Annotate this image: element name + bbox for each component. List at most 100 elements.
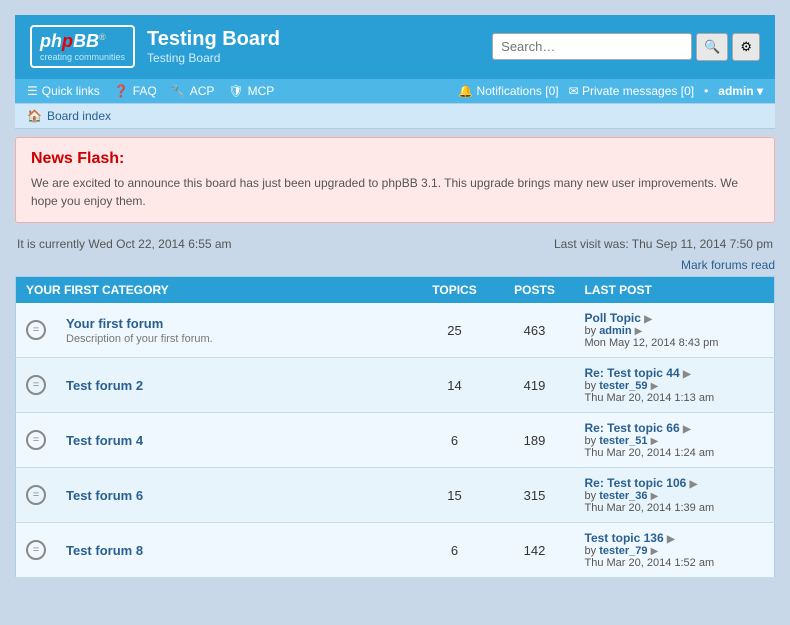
profile-icon: ▶: [651, 491, 659, 502]
logo-subtitle: creating communities: [40, 52, 125, 62]
forum-icon: =: [26, 320, 46, 340]
view-icon: ▶: [690, 479, 698, 490]
news-flash: News Flash: We are excited to announce t…: [15, 137, 775, 223]
forum-info-cell: Test forum 6: [56, 468, 415, 523]
forum-lastpost: Re: Test topic 44 ▶ by tester_59 ▶ Thu M…: [575, 358, 775, 413]
forum-info-cell: Your first forum Description of your fir…: [56, 303, 415, 358]
notifications-area[interactable]: 🔔 Notifications [0]: [458, 84, 558, 98]
envelope-icon: ✉: [569, 84, 579, 98]
notifications-label: Notifications: [477, 84, 542, 98]
home-icon: 🏠: [27, 109, 42, 123]
mcp-link[interactable]: 🛡 MCP: [228, 84, 274, 98]
forum-icon-cell: =: [16, 358, 57, 413]
acp-link[interactable]: 🔧 ACP: [171, 84, 215, 98]
private-messages-area[interactable]: ✉ Private messages [0]: [569, 84, 694, 98]
forum-topics: 25: [415, 303, 495, 358]
profile-icon: ▶: [651, 436, 659, 447]
lastpost-date: Thu Mar 20, 2014 1:13 am: [585, 392, 765, 404]
forum-posts: 463: [495, 303, 575, 358]
faq-label: FAQ: [133, 84, 157, 98]
lastpost-title[interactable]: Re: Test topic 106 ▶: [585, 476, 765, 490]
lastpost-by: by admin ▶: [585, 325, 765, 337]
forum-lastpost: Re: Test topic 106 ▶ by tester_36 ▶ Thu …: [575, 468, 775, 523]
forum-icon-cell: =: [16, 468, 57, 523]
lastpost-title[interactable]: Poll Topic ▶: [585, 311, 765, 325]
forum-info-cell: Test forum 4: [56, 413, 415, 468]
lastpost-by: by tester_79 ▶: [585, 545, 765, 557]
forum-icon: =: [26, 375, 46, 395]
table-row: = Test forum 8 6 142 Test topic 136 ▶ by…: [16, 523, 775, 578]
forum-icon: =: [26, 540, 46, 560]
nav-left: ☰ Quick links ❓ FAQ 🔧 ACP 🛡 MCP: [27, 84, 274, 98]
search-input[interactable]: [492, 33, 692, 60]
lastpost-user-link[interactable]: admin: [599, 325, 631, 337]
news-flash-body: We are excited to announce this board ha…: [31, 174, 759, 210]
table-row: = Test forum 6 15 315 Re: Test topic 106…: [16, 468, 775, 523]
advanced-search-button[interactable]: ⚙: [732, 33, 760, 61]
forum-info-cell: Test forum 2: [56, 358, 415, 413]
lastpost-date: Thu Mar 20, 2014 1:39 am: [585, 502, 765, 514]
table-row: = Your first forum Description of your f…: [16, 303, 775, 358]
faq-link[interactable]: ❓ FAQ: [114, 84, 157, 98]
view-icon: ▶: [644, 314, 652, 325]
acp-label: ACP: [190, 84, 215, 98]
board-subtitle: Testing Board: [147, 51, 280, 65]
table-row: = Test forum 2 14 419 Re: Test topic 44 …: [16, 358, 775, 413]
board-title-area: Testing Board Testing Board: [147, 28, 280, 65]
lastpost-by: by tester_59 ▶: [585, 380, 765, 392]
quick-links-label: Quick links: [42, 84, 100, 98]
forum-posts: 189: [495, 413, 575, 468]
lastpost-user-link[interactable]: tester_51: [599, 435, 647, 447]
col-forum: YOUR FIRST CATEGORY: [16, 277, 415, 304]
faq-icon: ❓: [114, 84, 129, 98]
table-header-row: YOUR FIRST CATEGORY TOPICS POSTS LAST PO…: [16, 277, 775, 304]
profile-icon: ▶: [635, 326, 643, 337]
lastpost-title[interactable]: Test topic 136 ▶: [585, 531, 765, 545]
phpbb-logo: phpBB® creating communities: [30, 25, 135, 68]
logo-area: phpBB® creating communities Testing Boar…: [30, 25, 280, 68]
forum-posts: 419: [495, 358, 575, 413]
forum-icon: =: [26, 430, 46, 450]
view-icon: ▶: [667, 534, 675, 545]
lastpost-user-link[interactable]: tester_36: [599, 490, 647, 502]
search-button[interactable]: 🔍: [696, 33, 728, 61]
lastpost-user-link[interactable]: tester_59: [599, 380, 647, 392]
lastpost-date: Mon May 12, 2014 8:43 pm: [585, 337, 765, 349]
profile-icon: ▶: [651, 546, 659, 557]
forum-name[interactable]: Your first forum: [66, 316, 405, 331]
separator: •: [704, 84, 708, 98]
forum-icon: =: [26, 485, 46, 505]
forum-name[interactable]: Test forum 4: [66, 433, 405, 448]
forum-topics: 14: [415, 358, 495, 413]
forum-lastpost: Poll Topic ▶ by admin ▶ Mon May 12, 2014…: [575, 303, 775, 358]
mark-forums-read-link[interactable]: Mark forums read: [681, 258, 775, 272]
forum-lastpost: Test topic 136 ▶ by tester_79 ▶ Thu Mar …: [575, 523, 775, 578]
lastpost-title[interactable]: Re: Test topic 66 ▶: [585, 421, 765, 435]
lastpost-date: Thu Mar 20, 2014 1:24 am: [585, 447, 765, 459]
forum-info-cell: Test forum 8: [56, 523, 415, 578]
notifications-count: 0: [549, 84, 556, 98]
status-bar: It is currently Wed Oct 22, 2014 6:55 am…: [15, 231, 775, 257]
forum-name[interactable]: Test forum 2: [66, 378, 405, 393]
news-flash-title: News Flash:: [31, 150, 759, 168]
table-row: = Test forum 4 6 189 Re: Test topic 66 ▶…: [16, 413, 775, 468]
mark-read-area: Mark forums read: [15, 257, 775, 272]
mcp-label: MCP: [248, 84, 275, 98]
board-index-link[interactable]: Board index: [47, 109, 111, 123]
private-messages-count: 0: [684, 84, 691, 98]
quick-links-menu[interactable]: ☰ Quick links: [27, 84, 100, 98]
user-menu[interactable]: admin ▾: [718, 84, 763, 98]
lastpost-date: Thu Mar 20, 2014 1:52 am: [585, 557, 765, 569]
forum-name[interactable]: Test forum 6: [66, 488, 405, 503]
lastpost-by: by tester_36 ▶: [585, 490, 765, 502]
forum-icon-cell: =: [16, 523, 57, 578]
lastpost-user-link[interactable]: tester_79: [599, 545, 647, 557]
forum-name[interactable]: Test forum 8: [66, 543, 405, 558]
forum-topics: 15: [415, 468, 495, 523]
forum-topics: 6: [415, 523, 495, 578]
current-time: It is currently Wed Oct 22, 2014 6:55 am: [17, 237, 232, 251]
username: admin: [718, 84, 753, 98]
lastpost-by: by tester_51 ▶: [585, 435, 765, 447]
forum-table: YOUR FIRST CATEGORY TOPICS POSTS LAST PO…: [15, 276, 775, 578]
lastpost-title[interactable]: Re: Test topic 44 ▶: [585, 366, 765, 380]
